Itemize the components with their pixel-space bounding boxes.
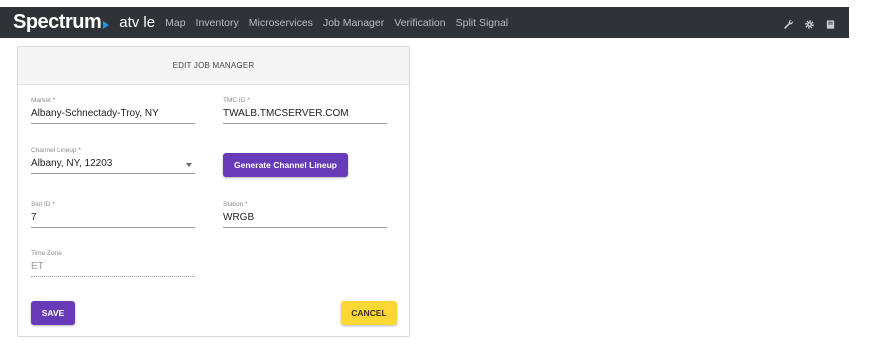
- time-zone-input: ET: [31, 261, 44, 272]
- slot-id-underline: [31, 227, 195, 228]
- tmc-id-field[interactable]: TMC ID * TWALB.TMCSERVER.COM: [223, 97, 387, 124]
- channel-lineup-select[interactable]: Channel Lineup * Albany, NY, 12203: [31, 147, 195, 174]
- station-underline: [223, 227, 387, 228]
- card-title: EDIT JOB MANAGER: [18, 47, 409, 85]
- station-label: Station *: [223, 201, 248, 208]
- time-zone-field: Time Zone ET: [31, 250, 195, 277]
- nav-item-microservices[interactable]: Microservices: [249, 17, 313, 29]
- slot-id-input[interactable]: 7: [31, 212, 195, 225]
- channel-lineup-value[interactable]: Albany, NY, 12203: [31, 158, 195, 171]
- nav-item-job-manager[interactable]: Job Manager: [323, 17, 384, 29]
- market-input[interactable]: Albany-Schnectady-Troy, NY: [31, 108, 195, 121]
- slot-id-field[interactable]: Slot ID * 7: [31, 201, 195, 228]
- channel-lineup-underline: [31, 173, 195, 174]
- book-icon[interactable]: [825, 17, 836, 29]
- header-actions: [783, 17, 836, 29]
- time-zone-underline: [31, 276, 195, 277]
- logo-text: Spectrum: [13, 11, 102, 33]
- logo-arrow-icon: [103, 20, 110, 29]
- dropdown-arrow-icon[interactable]: [186, 163, 192, 167]
- app-name: atv le: [119, 14, 156, 31]
- tmc-id-label: TMC ID *: [223, 97, 250, 104]
- generate-channel-lineup-button[interactable]: Generate Channel Lineup: [223, 153, 348, 177]
- time-zone-label: Time Zone: [31, 250, 62, 257]
- main-nav: Map Inventory Microservices Job Manager …: [165, 17, 518, 29]
- gear-icon[interactable]: [804, 17, 815, 29]
- top-nav-bar: Spectrum atv le Map Inventory Microservi…: [0, 7, 849, 38]
- edit-job-manager-card: EDIT JOB MANAGER Market * Albany-Schnect…: [17, 46, 410, 337]
- nav-item-inventory[interactable]: Inventory: [196, 17, 239, 29]
- save-button[interactable]: SAVE: [31, 301, 75, 325]
- station-field[interactable]: Station * WRGB: [223, 201, 387, 228]
- channel-lineup-label: Channel Lineup *: [31, 147, 81, 154]
- nav-item-split-signal[interactable]: Split Signal: [456, 17, 509, 29]
- wrench-icon[interactable]: [783, 17, 794, 29]
- nav-item-verification[interactable]: Verification: [394, 17, 445, 29]
- tmc-id-underline: [223, 123, 387, 124]
- station-input[interactable]: WRGB: [223, 212, 387, 225]
- market-underline: [31, 123, 195, 124]
- tmc-id-input[interactable]: TWALB.TMCSERVER.COM: [223, 108, 387, 121]
- nav-item-map[interactable]: Map: [165, 17, 185, 29]
- market-label: Market *: [31, 97, 56, 104]
- spectrum-logo[interactable]: Spectrum: [13, 11, 110, 34]
- cancel-button[interactable]: CANCEL: [341, 301, 397, 325]
- market-field[interactable]: Market * Albany-Schnectady-Troy, NY: [31, 97, 195, 124]
- slot-id-label: Slot ID *: [31, 201, 55, 208]
